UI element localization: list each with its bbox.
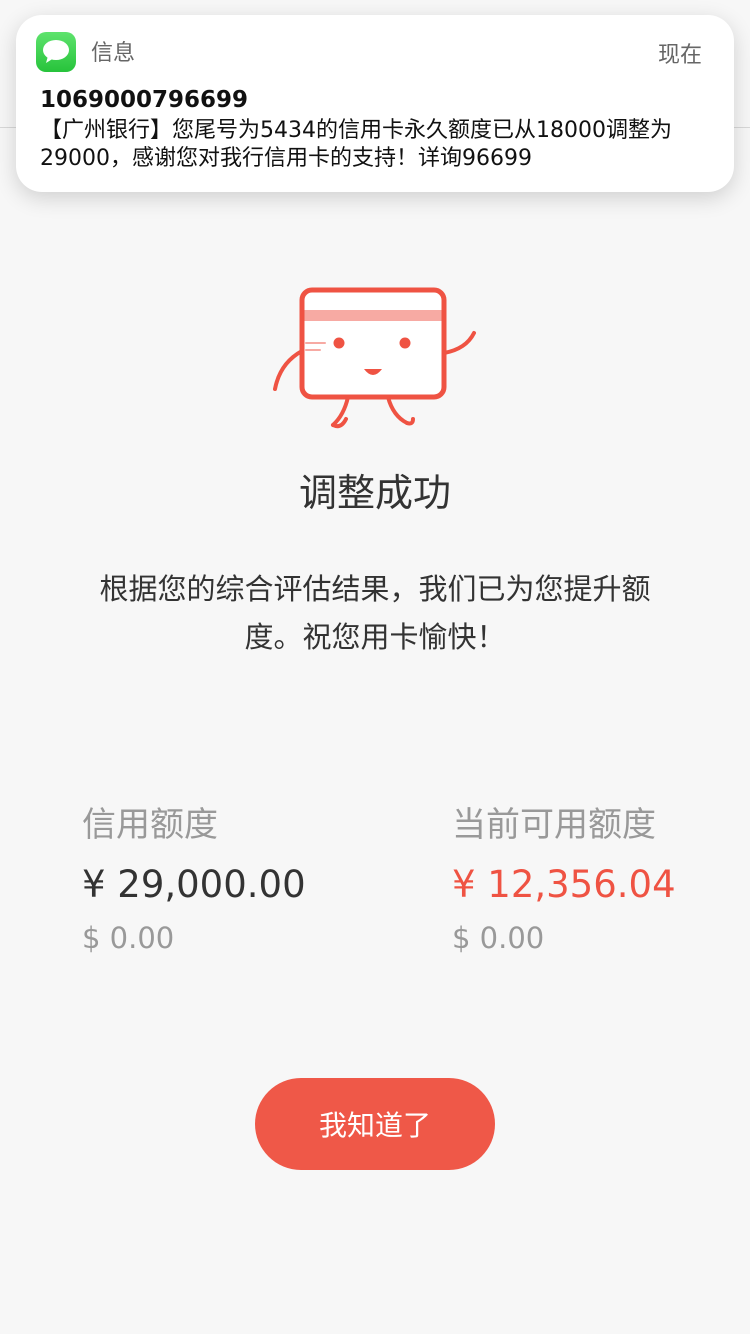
messages-icon [36,32,76,72]
credit-card-mascot-icon [273,287,476,429]
notification-time: 现在 [657,43,702,68]
message-notification[interactable]: 信息 现在 1069000796699 【广州银行】您尾号为5434的信用卡永久… [16,15,734,192]
got-it-button[interactable]: 我知道了 [255,1078,495,1170]
notification-sender: 1069000796699 [40,87,249,113]
notification-app-name: 信息 [91,41,136,66]
credit-limit-amount: ¥ 29,000.00 [82,863,306,906]
credit-limit-section: 信用额度 ¥ 29,000.00 $ 0.00 [82,800,306,963]
available-limit-usd: $ 0.00 [452,921,545,955]
available-limit-label: 当前可用额度 [452,805,656,845]
result-description: 根据您的综合评估结果，我们已为您提升额度。祝您用卡愉快！ [99,572,651,654]
credit-limit-usd: $ 0.00 [82,921,175,955]
available-limit-section: 当前可用额度 ¥ 12,356.04 $ 0.00 [452,800,676,963]
credit-limit-label: 信用额度 [82,805,218,845]
available-limit-amount: ¥ 12,356.04 [452,863,676,906]
notification-message: 【广州银行】您尾号为5434的信用卡永久额度已从18000调整为29000，感谢… [40,118,672,171]
page-title: 调整成功 [298,471,451,515]
